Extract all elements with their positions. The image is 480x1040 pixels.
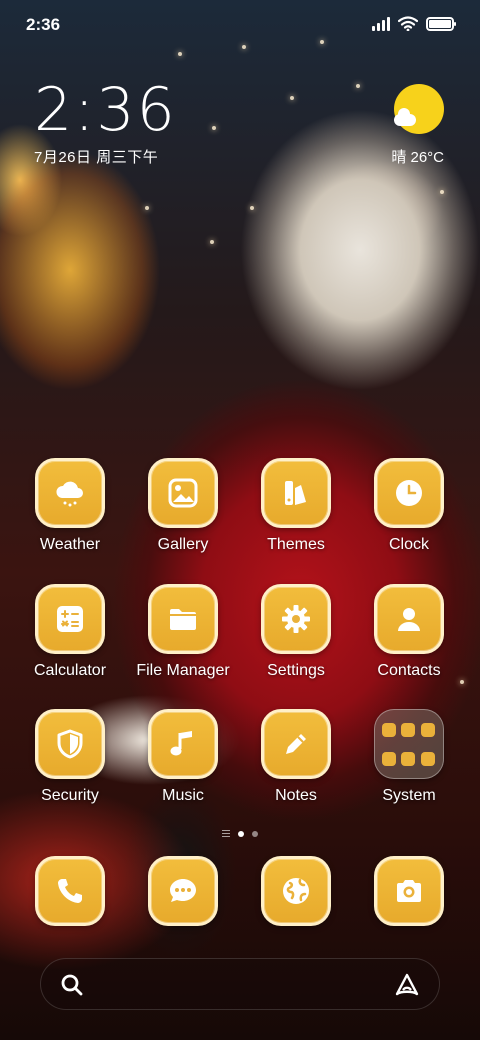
- dock-phone[interactable]: [13, 856, 127, 926]
- app-label: Contacts: [377, 662, 441, 679]
- app-label: Calculator: [33, 662, 107, 679]
- battery-icon: [426, 16, 456, 31]
- app-label: Music: [162, 787, 204, 804]
- app-themes[interactable]: Themes: [239, 458, 353, 554]
- dock-browser[interactable]: [239, 856, 353, 926]
- camera-icon: [374, 856, 444, 926]
- pencil-icon: [261, 709, 331, 779]
- dock-camera[interactable]: [352, 856, 466, 926]
- signal-icon: [372, 16, 390, 31]
- widget-date: 7月26日 周三下午: [34, 149, 159, 166]
- app-label: Weather: [39, 536, 101, 553]
- search-bar[interactable]: [40, 958, 440, 1010]
- gallery-icon: [148, 458, 218, 528]
- app-music[interactable]: Music: [126, 709, 240, 805]
- app-file-manager[interactable]: File Manager: [126, 584, 240, 680]
- message-icon: [148, 856, 218, 926]
- page-dot-active: [238, 830, 244, 837]
- list-page-icon: [222, 830, 230, 837]
- dock-messages[interactable]: [126, 856, 240, 926]
- app-label: System: [382, 787, 436, 804]
- app-label: Clock: [388, 536, 429, 553]
- app-notes[interactable]: Notes: [239, 709, 353, 805]
- status-bar: 2:36: [0, 0, 480, 50]
- folder-grid-icon: [374, 709, 444, 779]
- themes-icon: [261, 458, 331, 528]
- app-security[interactable]: Security: [13, 709, 127, 805]
- shield-icon: [35, 709, 105, 779]
- app-label: File Manager: [136, 662, 230, 679]
- app-contacts[interactable]: Contacts: [352, 584, 466, 680]
- app-system-folder[interactable]: System: [352, 709, 466, 805]
- status-icons: [372, 16, 456, 31]
- app-clock[interactable]: Clock: [352, 458, 466, 554]
- wifi-icon: [398, 16, 418, 31]
- clock-widget[interactable]: 2:36 7月26日 周三下午: [34, 78, 177, 167]
- assistant-icon[interactable]: [393, 971, 421, 999]
- app-calculator[interactable]: Calculator: [13, 584, 127, 680]
- status-time: 2:36: [26, 15, 61, 34]
- contact-icon: [374, 584, 444, 654]
- app-label: Notes: [275, 787, 317, 804]
- music-note-icon: [148, 709, 218, 779]
- browser-globe-icon: [261, 856, 331, 926]
- app-label: Settings: [267, 662, 325, 679]
- phone-icon: [35, 856, 105, 926]
- widget-time: 2:36: [34, 75, 177, 145]
- search-icon: [61, 974, 83, 996]
- folder-icon: [148, 584, 218, 654]
- clock-icon: [374, 458, 444, 528]
- calculator-icon: [35, 584, 105, 654]
- cloud-icon: [394, 108, 416, 126]
- app-settings[interactable]: Settings: [239, 584, 353, 680]
- gear-icon: [261, 584, 331, 654]
- page-indicator[interactable]: [0, 830, 480, 837]
- app-label: Security: [41, 787, 99, 804]
- page-dot: [252, 830, 258, 837]
- weather-text: 晴 26°C: [391, 149, 444, 166]
- app-gallery[interactable]: Gallery: [126, 458, 240, 554]
- app-weather[interactable]: Weather: [13, 458, 127, 554]
- app-label: Gallery: [157, 536, 209, 553]
- weather-widget[interactable]: 晴 26°C: [364, 84, 444, 166]
- app-label: Themes: [267, 536, 325, 553]
- weather-icon: [35, 458, 105, 528]
